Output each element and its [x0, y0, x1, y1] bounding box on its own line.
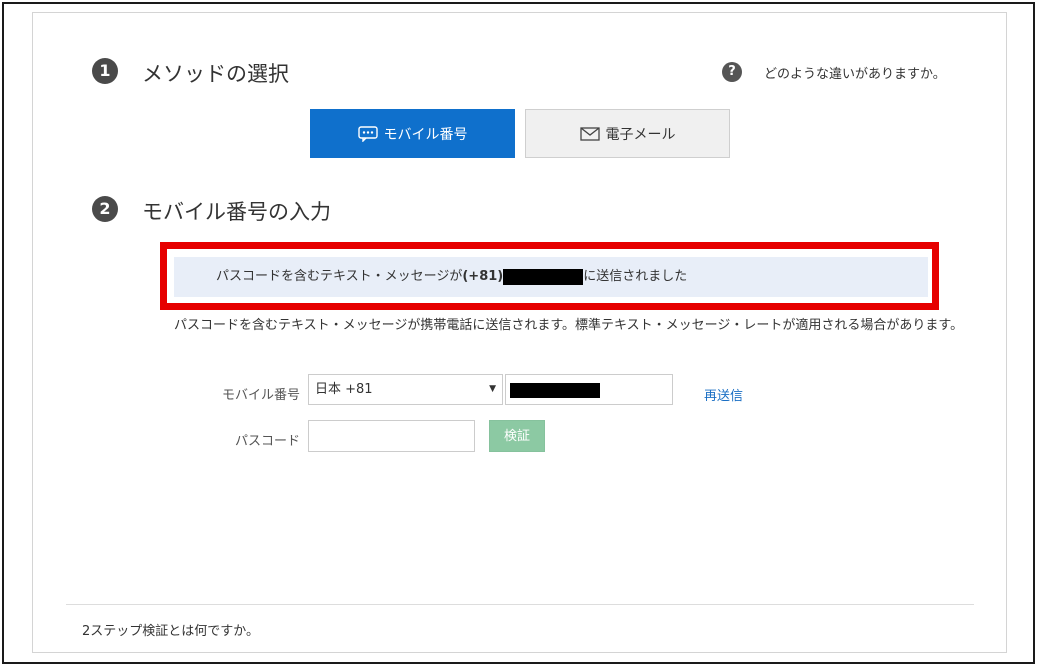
envelope-icon — [579, 126, 600, 141]
footer-divider — [66, 604, 974, 605]
step-2-badge: 2 — [92, 196, 118, 222]
email-method-label: 電子メール — [605, 126, 676, 143]
country-code-value: 日本 +81 — [315, 382, 373, 397]
question-circle-icon[interactable]: ? — [722, 62, 742, 82]
red-highlight-box — [160, 242, 939, 310]
step-2-title: モバイル番号の入力 — [142, 200, 331, 224]
country-code-select[interactable]: 日本 +81 ▼ — [308, 374, 503, 405]
verify-button[interactable]: 検証 — [489, 420, 545, 452]
method-difference-link[interactable]: どのような違いがありますか。 — [764, 63, 946, 82]
chat-bubble-icon — [357, 125, 378, 142]
passcode-label: パスコード — [234, 434, 300, 449]
mobile-method-button[interactable]: モバイル番号 — [310, 109, 515, 158]
email-method-button[interactable]: 電子メール — [525, 109, 730, 158]
phone-number-input[interactable] — [505, 374, 673, 405]
resend-link[interactable]: 再送信 — [704, 385, 743, 404]
redacted-phone-input-value — [510, 383, 600, 398]
what-is-two-step-link[interactable]: 2ステップ検証とは何ですか。 — [82, 620, 259, 639]
step-1-badge: 1 — [92, 58, 118, 84]
dropdown-arrow-icon: ▼ — [489, 384, 496, 394]
sms-description: パスコードを含むテキスト・メッセージが携帯電話に送信されます。標準テキスト・メッ… — [174, 318, 964, 333]
mobile-method-label: モバイル番号 — [383, 126, 468, 143]
step-1-title: メソッドの選択 — [142, 62, 289, 86]
mobile-number-label: モバイル番号 — [221, 388, 300, 403]
passcode-input[interactable] — [308, 420, 475, 452]
